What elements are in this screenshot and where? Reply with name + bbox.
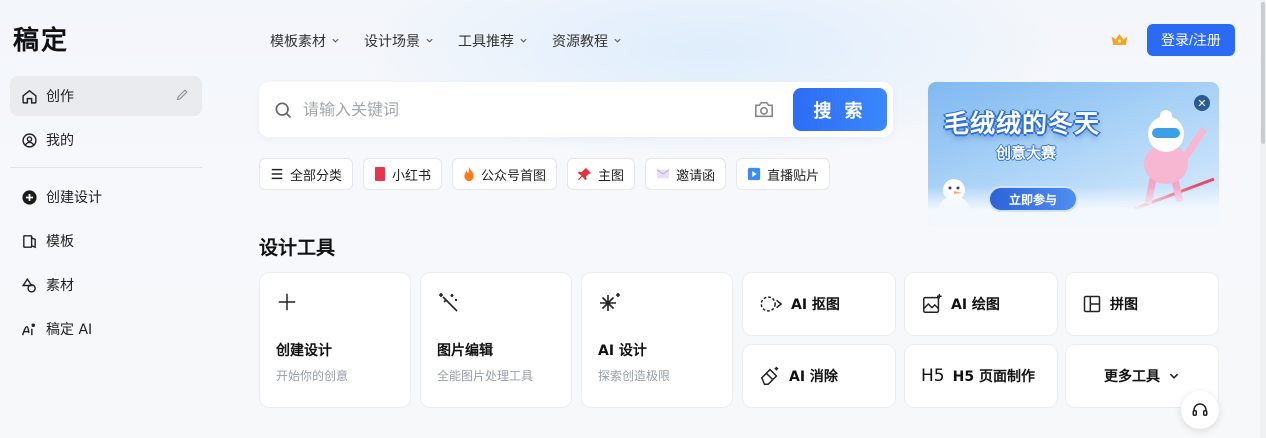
nav-item-label: 设计场景 xyxy=(364,34,420,50)
tool-card-ai-design[interactable]: AI 设计 探索创造极限 xyxy=(581,272,733,408)
magic-wand-icon xyxy=(437,291,461,319)
search-icon xyxy=(273,100,293,120)
sidebar-item-ai[interactable]: 稿定 AI xyxy=(10,309,202,349)
menu-icon xyxy=(270,167,284,181)
nav-item-label: 工具推荐 xyxy=(458,34,514,50)
sidebar-item-label: 创作 xyxy=(46,89,74,105)
home-icon xyxy=(20,87,38,105)
tool-card-ai-erase[interactable]: AI 消除 xyxy=(742,344,896,408)
tool-card-h5-page[interactable]: H5 H5 页面制作 xyxy=(904,344,1058,408)
collage-icon xyxy=(1082,294,1102,314)
chip-label: 全部分类 xyxy=(290,168,343,184)
tool-card-image-edit[interactable]: 图片编辑 全能图片处理工具 xyxy=(420,272,572,408)
tool-card-collage[interactable]: 拼图 xyxy=(1065,272,1219,336)
plus-circle-icon xyxy=(20,188,38,206)
search-input[interactable] xyxy=(303,100,723,119)
tool-card-label: 拼图 xyxy=(1110,297,1138,313)
chip-label: 小红书 xyxy=(392,168,432,184)
tool-card-label: 更多工具 xyxy=(1104,369,1160,385)
chevron-down-icon xyxy=(1168,370,1180,382)
chip-label: 直播贴片 xyxy=(767,168,820,184)
flame-icon xyxy=(463,166,475,182)
sparkle-icon xyxy=(598,291,622,319)
chip-label: 公众号首图 xyxy=(481,168,547,184)
category-chips: 全部分类 小红书 公众号首图 主图 邀请函 直播贴片 xyxy=(259,158,840,190)
nav-item-templates[interactable]: 模板素材 xyxy=(270,31,340,51)
chip-invitation[interactable]: 邀请函 xyxy=(645,158,727,190)
sidebar-item-label: 模板 xyxy=(46,234,74,250)
tool-card-subtitle: 探索创造极限 xyxy=(598,369,671,383)
chevron-down-icon xyxy=(613,33,622,49)
chip-live-overlay[interactable]: 直播贴片 xyxy=(736,158,831,190)
shapes-icon xyxy=(20,276,38,294)
plus-icon xyxy=(276,291,298,317)
pin-icon xyxy=(578,167,592,181)
sidebar-item-label: 稿定 AI xyxy=(46,322,93,338)
chip-label: 邀请函 xyxy=(676,168,716,184)
chip-xiaohongshu[interactable]: 小红书 xyxy=(363,158,443,190)
tool-card-ai-drawing[interactable]: AI 绘图 xyxy=(904,272,1058,336)
vip-crown-icon[interactable] xyxy=(1110,31,1129,52)
app-logo[interactable]: 稿定 xyxy=(13,20,69,57)
tool-card-title: 图片编辑 xyxy=(437,343,493,359)
nav-item-tools[interactable]: 工具推荐 xyxy=(458,31,528,51)
tool-card-label: AI 绘图 xyxy=(951,297,1000,313)
chip-main-image[interactable]: 主图 xyxy=(567,158,636,190)
banner-title: 毛绒绒的冬天 xyxy=(944,109,1101,138)
camera-search-icon[interactable] xyxy=(753,99,775,123)
cutout-icon xyxy=(759,294,783,314)
sidebar-item-label: 我的 xyxy=(46,133,74,149)
promo-banner[interactable]: 毛绒绒的冬天 创意大赛 立即参与 ✕ xyxy=(928,82,1219,226)
tool-card-label: AI 消除 xyxy=(789,369,838,385)
envelope-icon xyxy=(656,168,670,180)
tool-card-subtitle: 开始你的创意 xyxy=(276,369,349,383)
tool-card-create-design[interactable]: 创建设计 开始你的创意 xyxy=(259,272,411,408)
sidebar-item-create[interactable]: 创作 xyxy=(10,76,202,116)
pencil-icon[interactable] xyxy=(175,87,190,106)
book-icon xyxy=(374,167,386,181)
eraser-icon xyxy=(759,365,781,387)
sidebar-divider xyxy=(10,167,202,168)
tool-card-subtitle: 全能图片处理工具 xyxy=(437,369,534,383)
close-icon[interactable]: ✕ xyxy=(1194,95,1210,111)
banner-cta-button[interactable]: 立即参与 xyxy=(988,186,1078,212)
chip-wechat-cover[interactable]: 公众号首图 xyxy=(452,158,558,190)
tool-card-label: AI 抠图 xyxy=(791,297,840,313)
top-navigation: 模板素材 设计场景 工具推荐 资源教程 xyxy=(270,31,646,51)
user-icon xyxy=(20,131,38,149)
nav-item-label: 模板素材 xyxy=(270,34,326,50)
sidebar-item-create-design[interactable]: 创建设计 xyxy=(10,177,202,217)
tool-card-label: H5 页面制作 xyxy=(952,369,1035,385)
banner-subtitle: 创意大赛 xyxy=(996,144,1057,162)
tool-card-title: AI 设计 xyxy=(598,343,647,359)
customer-service-headset-icon[interactable] xyxy=(1181,391,1219,429)
sidebar-item-material[interactable]: 素材 xyxy=(10,265,202,305)
scrollbar-thumb[interactable] xyxy=(1261,2,1265,144)
tool-card-ai-cutout[interactable]: AI 抠图 xyxy=(742,272,896,336)
tool-card-title: 创建设计 xyxy=(276,343,332,359)
image-ai-icon xyxy=(921,293,943,315)
h5-icon: H5 xyxy=(921,366,945,386)
play-icon xyxy=(747,167,761,181)
search-button[interactable]: 搜 索 xyxy=(793,88,887,131)
sidebar-item-label: 素材 xyxy=(46,278,74,294)
chevron-down-icon xyxy=(519,33,528,49)
search-bar: 搜 索 xyxy=(259,82,893,137)
sidebar-item-mine[interactable]: 我的 xyxy=(10,120,202,160)
chevron-down-icon xyxy=(331,33,340,49)
template-icon xyxy=(20,232,38,250)
nav-item-tutorials[interactable]: 资源教程 xyxy=(552,31,622,51)
sidebar-item-label: 创建设计 xyxy=(46,190,102,206)
nav-item-label: 资源教程 xyxy=(552,34,608,50)
chevron-down-icon xyxy=(425,33,434,49)
chip-all-categories[interactable]: 全部分类 xyxy=(259,158,354,190)
nav-item-scenes[interactable]: 设计场景 xyxy=(364,31,434,51)
ai-icon xyxy=(20,320,38,338)
login-register-button[interactable]: 登录/注册 xyxy=(1147,24,1235,56)
sidebar-item-template[interactable]: 模板 xyxy=(10,221,202,261)
chip-label: 主图 xyxy=(598,168,625,184)
section-title-design-tools: 设计工具 xyxy=(259,237,336,259)
